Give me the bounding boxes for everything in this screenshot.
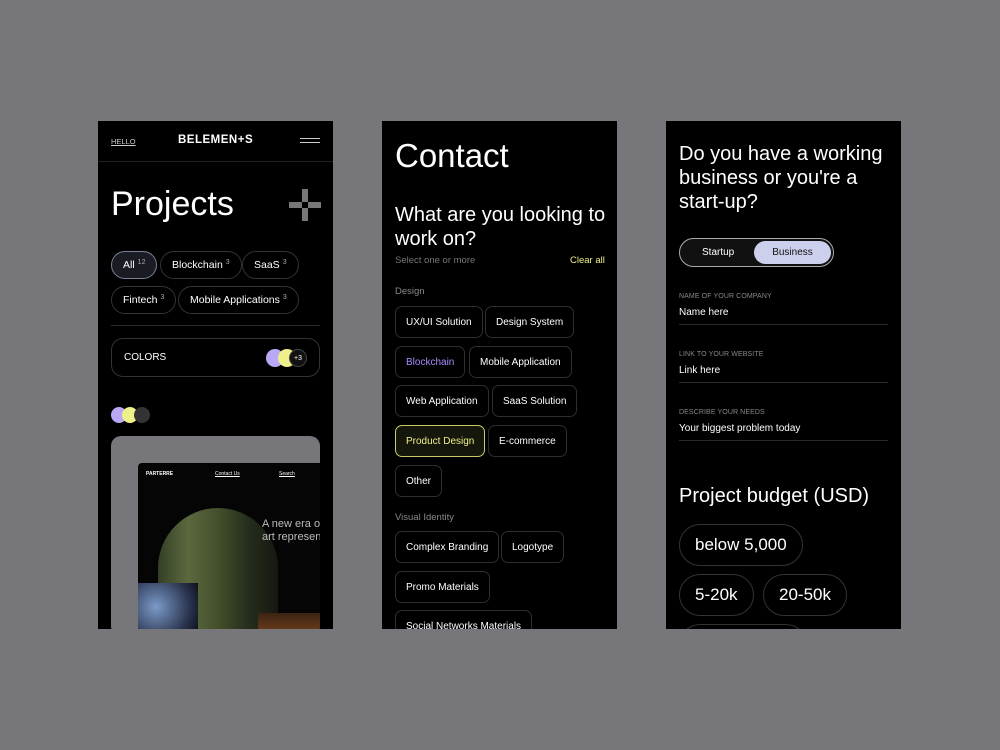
chip-product-design[interactable]: Product Design — [395, 425, 486, 457]
budget-20-50k[interactable]: 20-50k — [763, 574, 847, 616]
question-heading: Do you have a working business or you're… — [679, 143, 883, 213]
filter-label: Blockchain — [172, 259, 223, 271]
contact-screen: Contact What are you looking to work on?… — [382, 121, 617, 629]
projects-screen: HELLO BELEMEN+S Projects All 12 Blockchai… — [98, 121, 333, 629]
divider — [111, 325, 320, 326]
colors-filter[interactable]: COLORS +3 — [111, 338, 320, 377]
chip-complex-branding[interactable]: Complex Branding — [395, 531, 500, 563]
hint-text: Select one or more — [395, 255, 476, 266]
budget-heading: Project budget (USD) — [679, 485, 870, 507]
chip-e-commerce[interactable]: E-commerce — [488, 425, 567, 457]
business-type-toggle[interactable]: Startup Business — [679, 238, 834, 267]
input-underline — [679, 324, 888, 325]
filter-count: 3 — [225, 258, 230, 266]
preview-nav: Search — [279, 471, 295, 477]
filter-label: All — [123, 259, 135, 271]
filter-all[interactable]: All 12 — [111, 251, 158, 279]
chip-other[interactable]: Other — [395, 465, 443, 497]
chip-blockchain[interactable]: Blockchain — [395, 346, 466, 378]
page-title: Projects — [111, 185, 234, 223]
budget-below-5000[interactable]: below 5,000 — [679, 524, 803, 566]
chip-web-application[interactable]: Web Application — [395, 385, 489, 417]
section-label-design: Design — [395, 286, 425, 297]
filter-fintech[interactable]: Fintech 3 — [111, 286, 177, 314]
toggle-business[interactable]: Business — [754, 241, 831, 264]
chip-ux-ui-solution[interactable]: UX/UI Solution — [395, 306, 483, 338]
filter-label: Mobile Applications — [190, 294, 280, 306]
website-input[interactable]: Link here — [679, 365, 720, 376]
project-card[interactable]: PARTERRE Contact Us Search A new era o a… — [111, 436, 320, 629]
clear-all-link[interactable]: Clear all — [570, 255, 605, 266]
color-swatch — [134, 407, 150, 423]
field-label: LINK TO YOUR WEBSITE — [679, 351, 764, 358]
filter-mobile-applications[interactable]: Mobile Applications 3 — [178, 286, 299, 314]
input-underline — [679, 382, 888, 383]
filter-count: 3 — [282, 293, 287, 301]
artwork-image — [138, 583, 198, 629]
chip-social-networks-materials[interactable]: Social Networks Materials — [395, 610, 533, 629]
toggle-startup[interactable]: Startup — [702, 247, 734, 258]
section-label-visual-identity: Visual Identity — [395, 512, 454, 523]
company-name-input[interactable]: Name here — [679, 307, 728, 318]
field-label: DESCRIBE YOUR NEEDS — [679, 409, 765, 416]
filter-blockchain[interactable]: Blockchain 3 — [160, 251, 242, 279]
filter-count: 3 — [160, 293, 165, 301]
colors-more-badge: +3 — [289, 349, 307, 367]
question-heading: What are you looking to work on? — [395, 204, 606, 250]
project-preview: PARTERRE Contact Us Search A new era o a… — [138, 463, 320, 629]
filter-count: 12 — [137, 258, 146, 266]
artwork-image — [258, 613, 320, 629]
budget-option[interactable] — [679, 624, 807, 629]
chip-mobile-application[interactable]: Mobile Application — [469, 346, 572, 378]
field-label: NAME OF YOUR COMPANY — [679, 293, 772, 300]
hello-link[interactable]: HELLO — [111, 137, 136, 146]
filter-label: Fintech — [123, 294, 158, 306]
preview-nav: Contact Us — [215, 471, 240, 477]
hamburger-icon[interactable] — [300, 138, 320, 143]
business-screen: Do you have a working business or you're… — [666, 121, 901, 629]
budget-5-20k[interactable]: 5-20k — [679, 574, 754, 616]
preview-headline: A new era o — [262, 518, 320, 530]
preview-headline: art represen — [262, 531, 320, 543]
chip-logotype[interactable]: Logotype — [501, 531, 565, 563]
page-title: Contact — [395, 137, 509, 174]
filter-saas[interactable]: SaaS 3 — [242, 251, 299, 279]
needs-input[interactable]: Your biggest problem today — [679, 423, 800, 434]
chip-design-system[interactable]: Design System — [485, 306, 575, 338]
plus-icon — [289, 189, 321, 221]
colors-label: COLORS — [124, 352, 167, 363]
logo: BELEMEN+S — [178, 134, 254, 146]
divider — [98, 161, 333, 162]
filter-label: SaaS — [254, 259, 280, 271]
input-underline — [679, 440, 888, 441]
chip-promo-materials[interactable]: Promo Materials — [395, 571, 490, 603]
filter-count: 3 — [282, 258, 287, 266]
preview-brand: PARTERRE — [146, 471, 174, 477]
chip-saas-solution[interactable]: SaaS Solution — [492, 385, 578, 417]
